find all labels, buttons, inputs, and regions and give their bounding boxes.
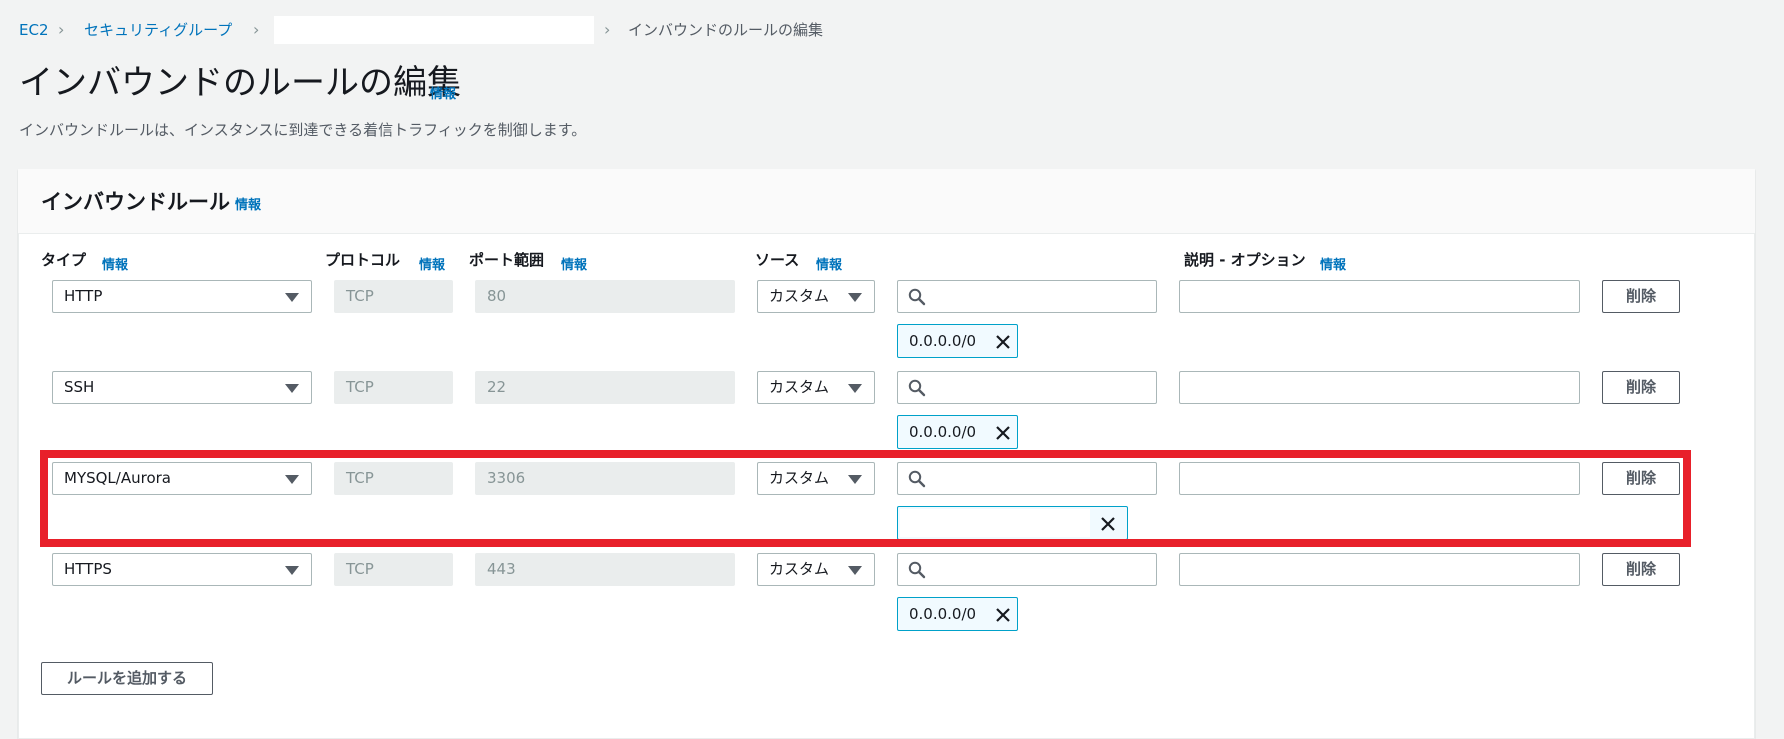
panel-title: インバウンドルール: [41, 190, 230, 214]
source-value: カスタム: [769, 378, 830, 396]
cidr-token-value: 0.0.0.0/0: [909, 605, 977, 623]
caret-down-icon: [848, 566, 862, 575]
port-info-link[interactable]: 情報: [561, 254, 587, 273]
source-select[interactable]: カスタム: [757, 371, 875, 404]
description-input[interactable]: [1179, 553, 1580, 586]
breadcrumb-redacted-group[interactable]: [274, 16, 594, 44]
type-select[interactable]: HTTP: [52, 280, 312, 313]
search-icon: [908, 288, 926, 306]
add-rule-button[interactable]: ルールを追加する: [41, 662, 213, 695]
type-info-link[interactable]: 情報: [102, 254, 128, 273]
cidr-token-value: 0.0.0.0/0: [909, 332, 977, 350]
delete-rule-button[interactable]: 削除: [1602, 553, 1680, 586]
breadcrumb-security-groups[interactable]: セキュリティグループ: [84, 18, 232, 42]
column-protocol-label: プロトコル: [325, 251, 401, 269]
description-input[interactable]: [1179, 371, 1580, 404]
close-icon[interactable]: [994, 606, 1012, 624]
highlight-box: [40, 450, 1691, 547]
cidr-search-input[interactable]: [897, 371, 1157, 404]
port-range-field: 22: [475, 371, 735, 404]
protocol-info-link[interactable]: 情報: [419, 254, 445, 273]
page-description: インバウンドルールは、インスタンスに到達できる着信トラフィックを制御します。: [19, 121, 587, 139]
source-value: カスタム: [769, 287, 830, 305]
caret-down-icon: [848, 384, 862, 393]
cidr-token: 0.0.0.0/0: [897, 415, 1018, 449]
search-icon: [908, 379, 926, 397]
panel-header: [18, 169, 1755, 234]
type-value: HTTPS: [64, 560, 112, 578]
cidr-token: 0.0.0.0/0: [897, 324, 1018, 358]
chevron-right-icon: ›: [604, 20, 611, 39]
page-title: インバウンドのルールの編集: [19, 63, 461, 103]
protocol-field: TCP: [334, 371, 453, 404]
protocol-field: TCP: [334, 280, 453, 313]
caret-down-icon: [848, 293, 862, 302]
column-source-label: ソース: [755, 251, 800, 269]
cidr-token: 0.0.0.0/0: [897, 597, 1018, 631]
port-range-field: 80: [475, 280, 735, 313]
type-select[interactable]: SSH: [52, 371, 312, 404]
type-value: SSH: [64, 378, 95, 396]
caret-down-icon: [285, 384, 299, 393]
breadcrumb-ec2[interactable]: EC2: [19, 18, 49, 42]
column-port-label: ポート範囲: [469, 251, 545, 269]
source-info-link[interactable]: 情報: [816, 254, 842, 273]
type-select[interactable]: HTTPS: [52, 553, 312, 586]
column-type-label: タイプ: [41, 251, 87, 269]
port-range-field: 443: [475, 553, 735, 586]
breadcrumb-current: インバウンドのルールの編集: [628, 21, 824, 39]
delete-rule-button[interactable]: 削除: [1602, 280, 1680, 313]
description-input[interactable]: [1179, 280, 1580, 313]
caret-down-icon: [285, 293, 299, 302]
description-info-link[interactable]: 情報: [1320, 254, 1346, 273]
page-info-link[interactable]: 情報: [430, 83, 456, 102]
panel-info-link[interactable]: 情報: [235, 194, 261, 213]
cidr-search-input[interactable]: [897, 280, 1157, 313]
delete-rule-button[interactable]: 削除: [1602, 371, 1680, 404]
cidr-search-input[interactable]: [897, 553, 1157, 586]
protocol-field: TCP: [334, 553, 453, 586]
source-value: カスタム: [769, 560, 830, 578]
type-value: HTTP: [64, 287, 103, 305]
search-icon: [908, 561, 926, 579]
close-icon[interactable]: [994, 424, 1012, 442]
source-select[interactable]: カスタム: [757, 280, 875, 313]
caret-down-icon: [285, 566, 299, 575]
column-description-label: 説明 - オプション: [1184, 251, 1306, 269]
chevron-right-icon: ›: [253, 20, 260, 39]
cidr-token-value: 0.0.0.0/0: [909, 423, 977, 441]
close-icon[interactable]: [994, 333, 1012, 351]
chevron-right-icon: ›: [58, 20, 65, 39]
source-select[interactable]: カスタム: [757, 553, 875, 586]
